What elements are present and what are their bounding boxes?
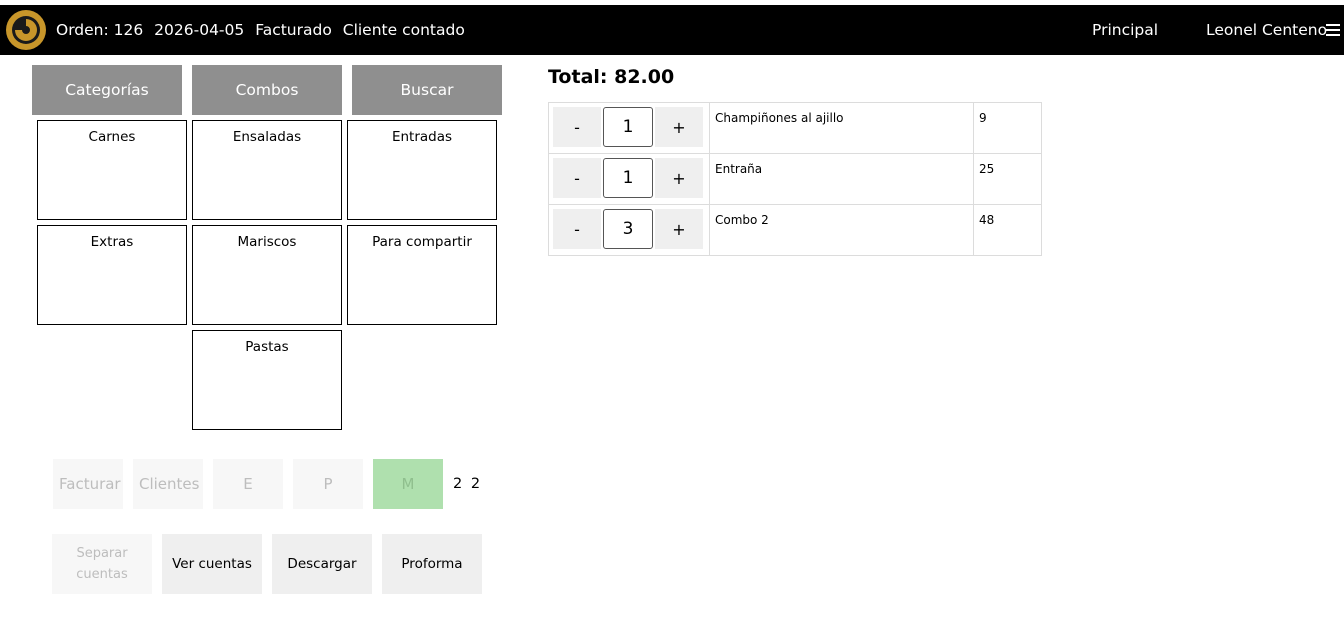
category-label: Extras <box>90 234 134 250</box>
increase-qty-button[interactable]: + <box>655 107 703 147</box>
category-card-entradas[interactable]: Entradas <box>347 120 497 220</box>
category-label: Ensaladas <box>232 129 302 145</box>
top-navbar: Orden: 126 2026-04-05 Facturado Cliente … <box>0 5 1344 55</box>
separar-label-line1: Separar <box>76 546 128 561</box>
order-items-table: - + Champiñones al ajillo 9 - + Entraña … <box>548 102 1042 256</box>
order-info: Orden: 126 2026-04-05 Facturado Cliente … <box>56 5 471 55</box>
item-name: Combo 2 <box>709 204 974 256</box>
category-label: Carnes <box>88 129 136 145</box>
separar-cuentas-button[interactable]: Separar cuentas <box>52 534 152 594</box>
order-total: Total: 82.00 <box>548 66 675 88</box>
quantity-input[interactable] <box>603 107 653 147</box>
table-row: - + Entraña 25 <box>548 153 1042 205</box>
item-price: 48 <box>973 204 1042 256</box>
proforma-button[interactable]: Proforma <box>382 534 482 594</box>
e-button[interactable]: E <box>213 459 283 509</box>
decrease-qty-button[interactable]: - <box>553 209 601 249</box>
table-row: - + Combo 2 48 <box>548 204 1042 256</box>
increase-qty-button[interactable]: + <box>655 158 703 198</box>
clientes-button[interactable]: Clientes <box>133 459 203 509</box>
facturar-button[interactable]: Facturar <box>53 459 123 509</box>
nav-principal-link[interactable]: Principal <box>1092 5 1158 55</box>
quantity-input[interactable] <box>603 158 653 198</box>
category-label: Para compartir <box>372 234 472 250</box>
tab-buscar[interactable]: Buscar <box>352 65 502 115</box>
item-name: Entraña <box>709 153 974 205</box>
decrease-qty-button[interactable]: - <box>553 107 601 147</box>
spiral-logo-icon[interactable] <box>5 9 47 51</box>
category-card-mariscos[interactable]: Mariscos <box>192 225 342 325</box>
decrease-qty-button[interactable]: - <box>553 158 601 198</box>
category-card-extras[interactable]: Extras <box>37 225 187 325</box>
p-button[interactable]: P <box>293 459 363 509</box>
m-button[interactable]: M <box>373 459 443 509</box>
category-card-pastas[interactable]: Pastas <box>192 330 342 430</box>
tab-combos[interactable]: Combos <box>192 65 342 115</box>
table-row: - + Champiñones al ajillo 9 <box>548 102 1042 154</box>
item-price: 25 <box>973 153 1042 205</box>
category-card-carnes[interactable]: Carnes <box>37 120 187 220</box>
qty-cell: - + <box>548 102 710 154</box>
category-card-para-compartir[interactable]: Para compartir <box>347 225 497 325</box>
increase-qty-button[interactable]: + <box>655 209 703 249</box>
order-date: 2026-04-05 <box>154 21 245 39</box>
separar-label-line2: cuentas <box>76 567 128 582</box>
category-card-ensaladas[interactable]: Ensaladas <box>192 120 342 220</box>
ver-cuentas-button[interactable]: Ver cuentas <box>162 534 262 594</box>
quantity-input[interactable] <box>603 209 653 249</box>
order-number: Orden: 126 <box>56 21 144 39</box>
descargar-button[interactable]: Descargar <box>272 534 372 594</box>
category-label: Mariscos <box>237 234 297 250</box>
qty-cell: - + <box>548 204 710 256</box>
category-label: Pastas <box>245 339 289 355</box>
item-price: 9 <box>973 102 1042 154</box>
order-client: Cliente contado <box>342 21 465 39</box>
tab-categorias[interactable]: Categorías <box>32 65 182 115</box>
hamburger-menu-icon[interactable] <box>1326 24 1340 36</box>
item-name: Champiñones al ajillo <box>709 102 974 154</box>
qty-cell: - + <box>548 153 710 205</box>
user-menu[interactable]: Leonel Centeno <box>1206 5 1327 55</box>
order-status: Facturado <box>255 21 332 39</box>
category-label: Entradas <box>391 129 453 145</box>
pager-indicator: 2 2 <box>453 476 483 492</box>
